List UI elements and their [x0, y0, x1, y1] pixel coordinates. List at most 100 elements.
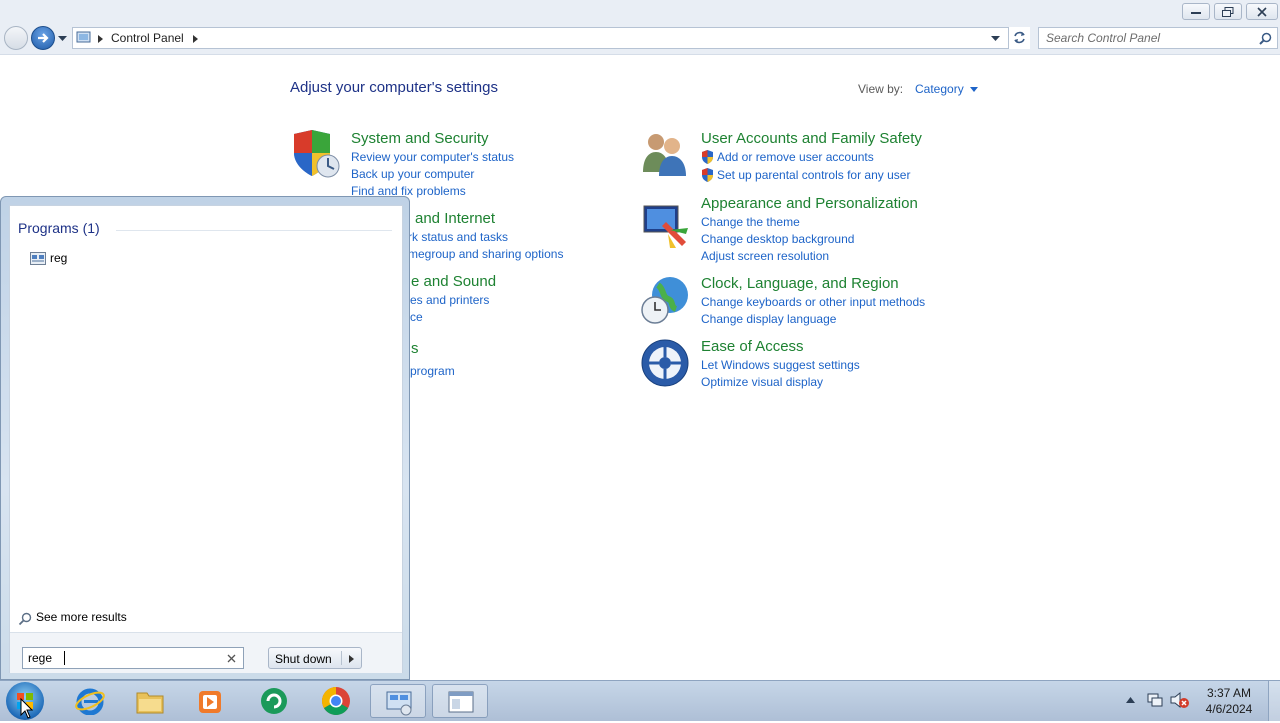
internet-explorer-icon: [75, 688, 105, 715]
restore-icon: [1222, 6, 1234, 17]
chrome-icon: [322, 687, 350, 715]
link-display-language[interactable]: Change display language: [701, 312, 836, 326]
uac-shield-icon: [702, 168, 713, 182]
forward-button[interactable]: [31, 26, 55, 50]
category-system-and-security[interactable]: System and Security: [351, 130, 489, 147]
view-by-dropdown[interactable]: Category: [915, 82, 979, 96]
shut-down-button[interactable]: Shut down: [268, 647, 362, 669]
search-control-panel-input[interactable]: Search Control Panel: [1038, 27, 1278, 49]
taskbar-media-player[interactable]: [182, 684, 238, 718]
start-menu-bottom-bar: rege Shut down: [10, 632, 402, 673]
control-panel-icon: [76, 31, 91, 43]
link-add-remove-users[interactable]: Add or remove user accounts: [717, 150, 874, 164]
search-icon[interactable]: [1259, 32, 1272, 45]
mouse-cursor-icon: [20, 698, 34, 719]
volume-muted-icon[interactable]: [1170, 692, 1190, 708]
forward-arrow-icon: [38, 33, 49, 43]
taskbar-internet-explorer[interactable]: [62, 684, 118, 718]
refresh-icon: [1014, 31, 1025, 44]
shield-icon: [294, 130, 340, 178]
close-icon: [1257, 6, 1267, 17]
category-network-and-internet[interactable]: and Internet: [415, 210, 495, 227]
see-more-results-link[interactable]: See more results: [36, 610, 127, 624]
close-button[interactable]: [1246, 3, 1278, 20]
search-result-label: reg: [50, 251, 68, 265]
link-screen-resolution[interactable]: Adjust screen resolution: [701, 249, 829, 263]
minimize-icon: [1191, 11, 1201, 14]
ease-of-access-icon: [641, 339, 689, 387]
address-bar[interactable]: Control Panel: [72, 27, 1030, 49]
view-by-value: Category: [915, 82, 964, 96]
taskbar-greenshot[interactable]: [246, 684, 302, 718]
title-bar: [0, 0, 1280, 24]
category-clock-language-region[interactable]: Clock, Language, and Region: [701, 275, 899, 292]
start-search-value: rege: [28, 651, 53, 665]
taskbar: 3:37 AM 4/6/2024: [0, 680, 1280, 721]
appearance-icon: [643, 205, 688, 248]
users-icon: [643, 134, 686, 176]
system-clock[interactable]: 3:37 AM 4/6/2024: [1196, 685, 1262, 717]
start-menu-results-pane: Programs (1) reg See more results rege S…: [9, 205, 403, 673]
clear-search-icon[interactable]: [227, 654, 236, 663]
breadcrumb-control-panel[interactable]: Control Panel: [111, 31, 184, 45]
link-review-status[interactable]: Review your computer's status: [351, 150, 514, 164]
category-ease-of-access[interactable]: Ease of Access: [701, 338, 804, 355]
link-change-theme[interactable]: Change the theme: [701, 215, 800, 229]
recent-pages-dropdown-icon[interactable]: [58, 36, 67, 42]
shut-down-options-arrow-icon[interactable]: [349, 655, 354, 663]
window-icon: [448, 691, 474, 713]
uac-shield-icon: [702, 150, 713, 164]
search-placeholder: Search Control Panel: [1046, 31, 1161, 45]
taskbar-file-explorer[interactable]: [122, 684, 178, 718]
back-button[interactable]: [4, 26, 28, 50]
taskbar-document-window[interactable]: [432, 684, 488, 718]
link-desktop-background[interactable]: Change desktop background: [701, 232, 854, 246]
registry-editor-icon: [30, 252, 46, 265]
category-appearance[interactable]: Appearance and Personalization: [701, 195, 918, 212]
show-hidden-icons-icon[interactable]: [1126, 697, 1135, 703]
globe-clock-icon: [641, 277, 688, 324]
folder-icon: [136, 692, 164, 714]
category-programs[interactable]: s: [411, 340, 419, 357]
restore-button[interactable]: [1214, 3, 1242, 20]
view-by-label: View by:: [858, 82, 904, 96]
address-dropdown-icon[interactable]: [991, 36, 1000, 42]
breadcrumb-arrow-icon: [98, 35, 103, 43]
network-icon[interactable]: [1146, 692, 1164, 708]
link-back-up[interactable]: Back up your computer: [351, 167, 474, 181]
link-homegroup[interactable]: megroup and sharing options: [408, 247, 563, 261]
link-devices-printers[interactable]: es and printers: [410, 293, 489, 307]
show-desktop-button[interactable]: [1268, 681, 1280, 721]
taskbar-control-panel[interactable]: [370, 684, 426, 718]
clock-time: 3:37 AM: [1206, 686, 1252, 700]
link-uninstall-program[interactable]: program: [410, 364, 455, 378]
link-change-keyboards[interactable]: Change keyboards or other input methods: [701, 295, 925, 309]
category-user-accounts[interactable]: User Accounts and Family Safety: [701, 130, 922, 147]
link-parental-controls[interactable]: Set up parental controls for any user: [717, 168, 910, 182]
divider: [116, 230, 392, 231]
divider: [341, 651, 342, 665]
green-app-icon: [261, 688, 287, 714]
programs-header: Programs (1): [18, 220, 100, 236]
search-icon: [18, 612, 32, 626]
chevron-down-icon: [970, 87, 979, 93]
clock-date: 4/6/2024: [1205, 702, 1253, 716]
start-menu: Programs (1) reg See more results rege S…: [0, 196, 410, 680]
link-suggest-settings[interactable]: Let Windows suggest settings: [701, 358, 860, 372]
breadcrumb-arrow-icon[interactable]: [193, 35, 198, 43]
minimize-button[interactable]: [1182, 3, 1210, 20]
control-panel-icon: [386, 691, 412, 716]
page-title: Adjust your computer's settings: [290, 79, 498, 96]
link-optimize-display[interactable]: Optimize visual display: [701, 375, 823, 389]
taskbar-chrome[interactable]: [308, 684, 364, 718]
media-player-icon: [199, 691, 221, 713]
navigation-bar: Control Panel Search Control Panel: [0, 24, 1280, 55]
link-add-device[interactable]: ce: [410, 310, 423, 324]
text-cursor: [64, 651, 65, 665]
shut-down-label: Shut down: [275, 652, 332, 666]
start-search-input[interactable]: rege: [22, 647, 244, 669]
link-network-status[interactable]: rk status and tasks: [408, 230, 508, 244]
refresh-button[interactable]: [1008, 27, 1030, 49]
category-hardware-and-sound[interactable]: e and Sound: [411, 273, 496, 290]
search-result-reg[interactable]: reg: [30, 248, 150, 268]
